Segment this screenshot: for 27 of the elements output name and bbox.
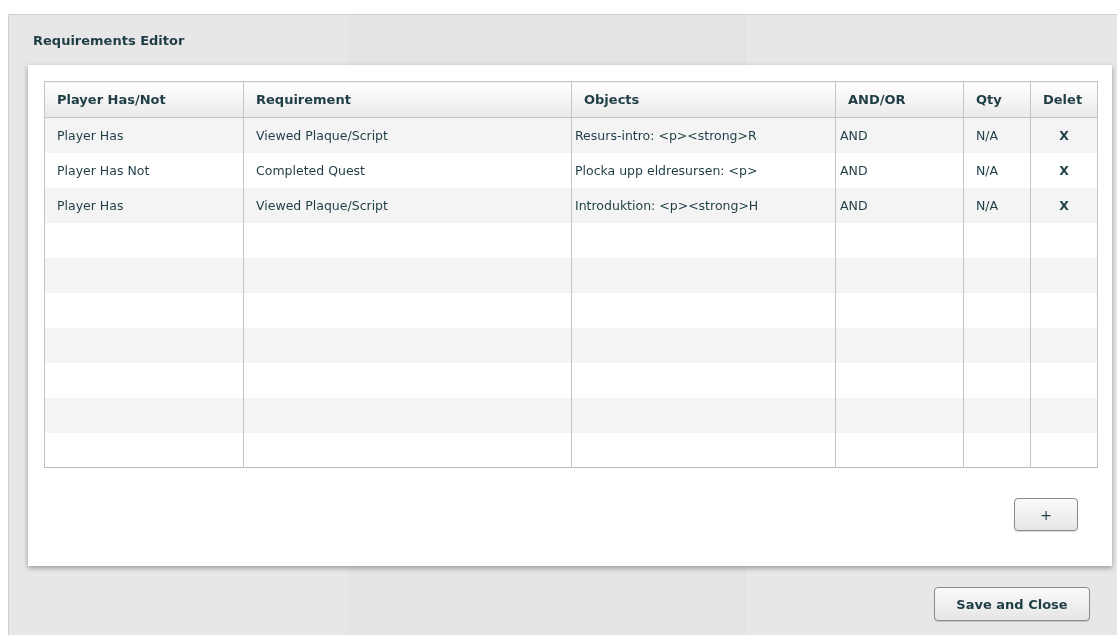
table-cell: Player Has [57, 127, 124, 143]
table-cell: Completed Quest [256, 162, 365, 178]
column-header: Player Has/Not [57, 92, 166, 107]
table-cell: Viewed Plaque/Script [256, 197, 388, 213]
table-cell: Player Has [57, 197, 124, 213]
delete-button[interactable]: X [1059, 197, 1069, 213]
dialog-title: Requirements Editor [33, 33, 185, 50]
column-header: AND/OR [848, 92, 906, 107]
table-cell: N/A [976, 197, 999, 213]
table-cell: Resurs-intro: <p><strong>R [575, 127, 757, 143]
delete-button[interactable]: X [1059, 162, 1069, 178]
column-header: Qty [976, 92, 1002, 107]
column-header: Delet [1043, 92, 1083, 107]
table-cell: Player Has Not [57, 162, 150, 178]
table-cell: AND [840, 162, 868, 178]
table-cell: Viewed Plaque/Script [256, 127, 388, 143]
table-cell: AND [840, 197, 868, 213]
delete-button[interactable]: X [1059, 127, 1069, 143]
save-and-close-button[interactable]: Save and Close [934, 587, 1090, 621]
column-header: Requirement [256, 92, 351, 107]
add-button[interactable]: + [1014, 498, 1078, 531]
table-cell: Plocka upp eldresursen: <p> [575, 162, 758, 178]
table-cell: AND [840, 127, 868, 143]
column-header: Objects [584, 92, 640, 107]
table-cell: N/A [976, 162, 999, 178]
table-cell: N/A [976, 127, 999, 143]
table-cell: Introduktion: <p><strong>H [575, 197, 759, 213]
